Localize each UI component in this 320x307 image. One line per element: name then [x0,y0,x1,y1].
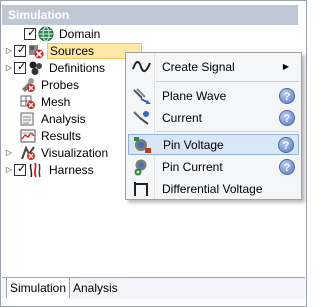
tree-item-results[interactable]: Results [20,127,83,144]
help-icon[interactable]: ? [279,87,295,104]
domain-checkbox[interactable]: ✓ [24,27,36,40]
expand-arrow-icon[interactable]: ▷ [4,161,14,178]
menu-item-label: Current [162,110,203,125]
menu-item-label: Pin Current [162,159,223,174]
tree-item-probes[interactable]: Probes [20,76,81,93]
menu-item-pin-voltage[interactable]: Pin Voltage ? [128,134,299,155]
tree-item-domain[interactable]: ✓ Domain [14,25,102,42]
menu-item-plane-wave[interactable]: Plane Wave ? [128,85,299,106]
menu-separator [156,81,299,82]
differential-voltage-icon [132,180,152,198]
menu-item-label: Differential Voltage [162,181,263,196]
menu-item-pin-current[interactable]: Pin Current ? [128,156,299,177]
tree-item-label: Visualization [41,145,109,160]
tree-item-label: Harness [49,162,94,177]
pin-voltage-icon [133,136,153,154]
pin-current-icon [132,158,152,176]
tree-item-harness[interactable]: ▷ ✓ Harness [6,161,96,178]
results-icon [20,128,36,144]
menu-separator [156,131,299,132]
mesh-icon [20,94,36,110]
probes-icon [20,77,36,93]
signal-wave-icon [132,58,152,76]
simulation-panel: Simulation ✓ Domain ▷ ✓ Sources ▷ ✓ Defi… [0,0,307,307]
tree-item-mesh[interactable]: Mesh [20,93,72,110]
help-icon[interactable]: ? [278,136,294,153]
analysis-icon [20,111,36,127]
definitions-checkbox[interactable]: ✓ [14,61,26,74]
sources-checkbox[interactable]: ✓ [14,44,26,57]
help-icon[interactable]: ? [279,109,295,126]
tree-item-visualization[interactable]: ▷ Visualization [6,144,110,161]
tree-item-definitions[interactable]: ▷ ✓ Definitions [6,59,107,76]
expand-arrow-icon[interactable]: ▷ [4,59,14,76]
menu-item-differential-voltage[interactable]: Differential Voltage [128,178,299,199]
menu-item-label: Create Signal [162,59,235,74]
sources-context-menu: Create Signal ▶ Plane Wave ? Current ? P… [125,52,302,200]
help-icon[interactable]: ? [279,158,295,175]
panel-tab-bar: Simulation Analysis [2,277,305,299]
menu-item-create-signal[interactable]: Create Signal ▶ [128,56,299,77]
tree-item-label: Analysis [41,111,86,126]
expand-arrow-icon[interactable]: ▷ [4,42,14,59]
definitions-icon [28,60,44,76]
tree-item-label: Mesh [41,94,71,109]
tree-item-analysis[interactable]: Analysis [20,110,88,127]
menu-item-label: Pin Voltage [163,137,224,152]
globe-icon [38,26,54,42]
tree-item-label: Probes [41,77,80,92]
plane-wave-icon [132,87,152,105]
menu-item-current[interactable]: Current ? [128,107,299,128]
menu-item-label: Plane Wave [162,88,227,103]
tab-analysis[interactable]: Analysis [70,278,121,299]
panel-title: Simulation [2,5,298,25]
harness-icon [28,162,44,178]
tree-item-label: Definitions [49,60,106,75]
current-icon [132,109,152,127]
sources-icon [28,43,44,59]
visualization-icon [20,144,36,161]
tree-item-label: Results [41,128,82,143]
harness-checkbox[interactable]: ✓ [14,163,26,176]
tree-item-label: Domain [59,26,101,41]
tab-simulation[interactable]: Simulation [6,278,71,299]
submenu-arrow-icon: ▶ [282,62,289,71]
tree-item-sources[interactable]: ▷ ✓ Sources [6,42,142,59]
expand-arrow-icon[interactable]: ▷ [4,144,14,161]
